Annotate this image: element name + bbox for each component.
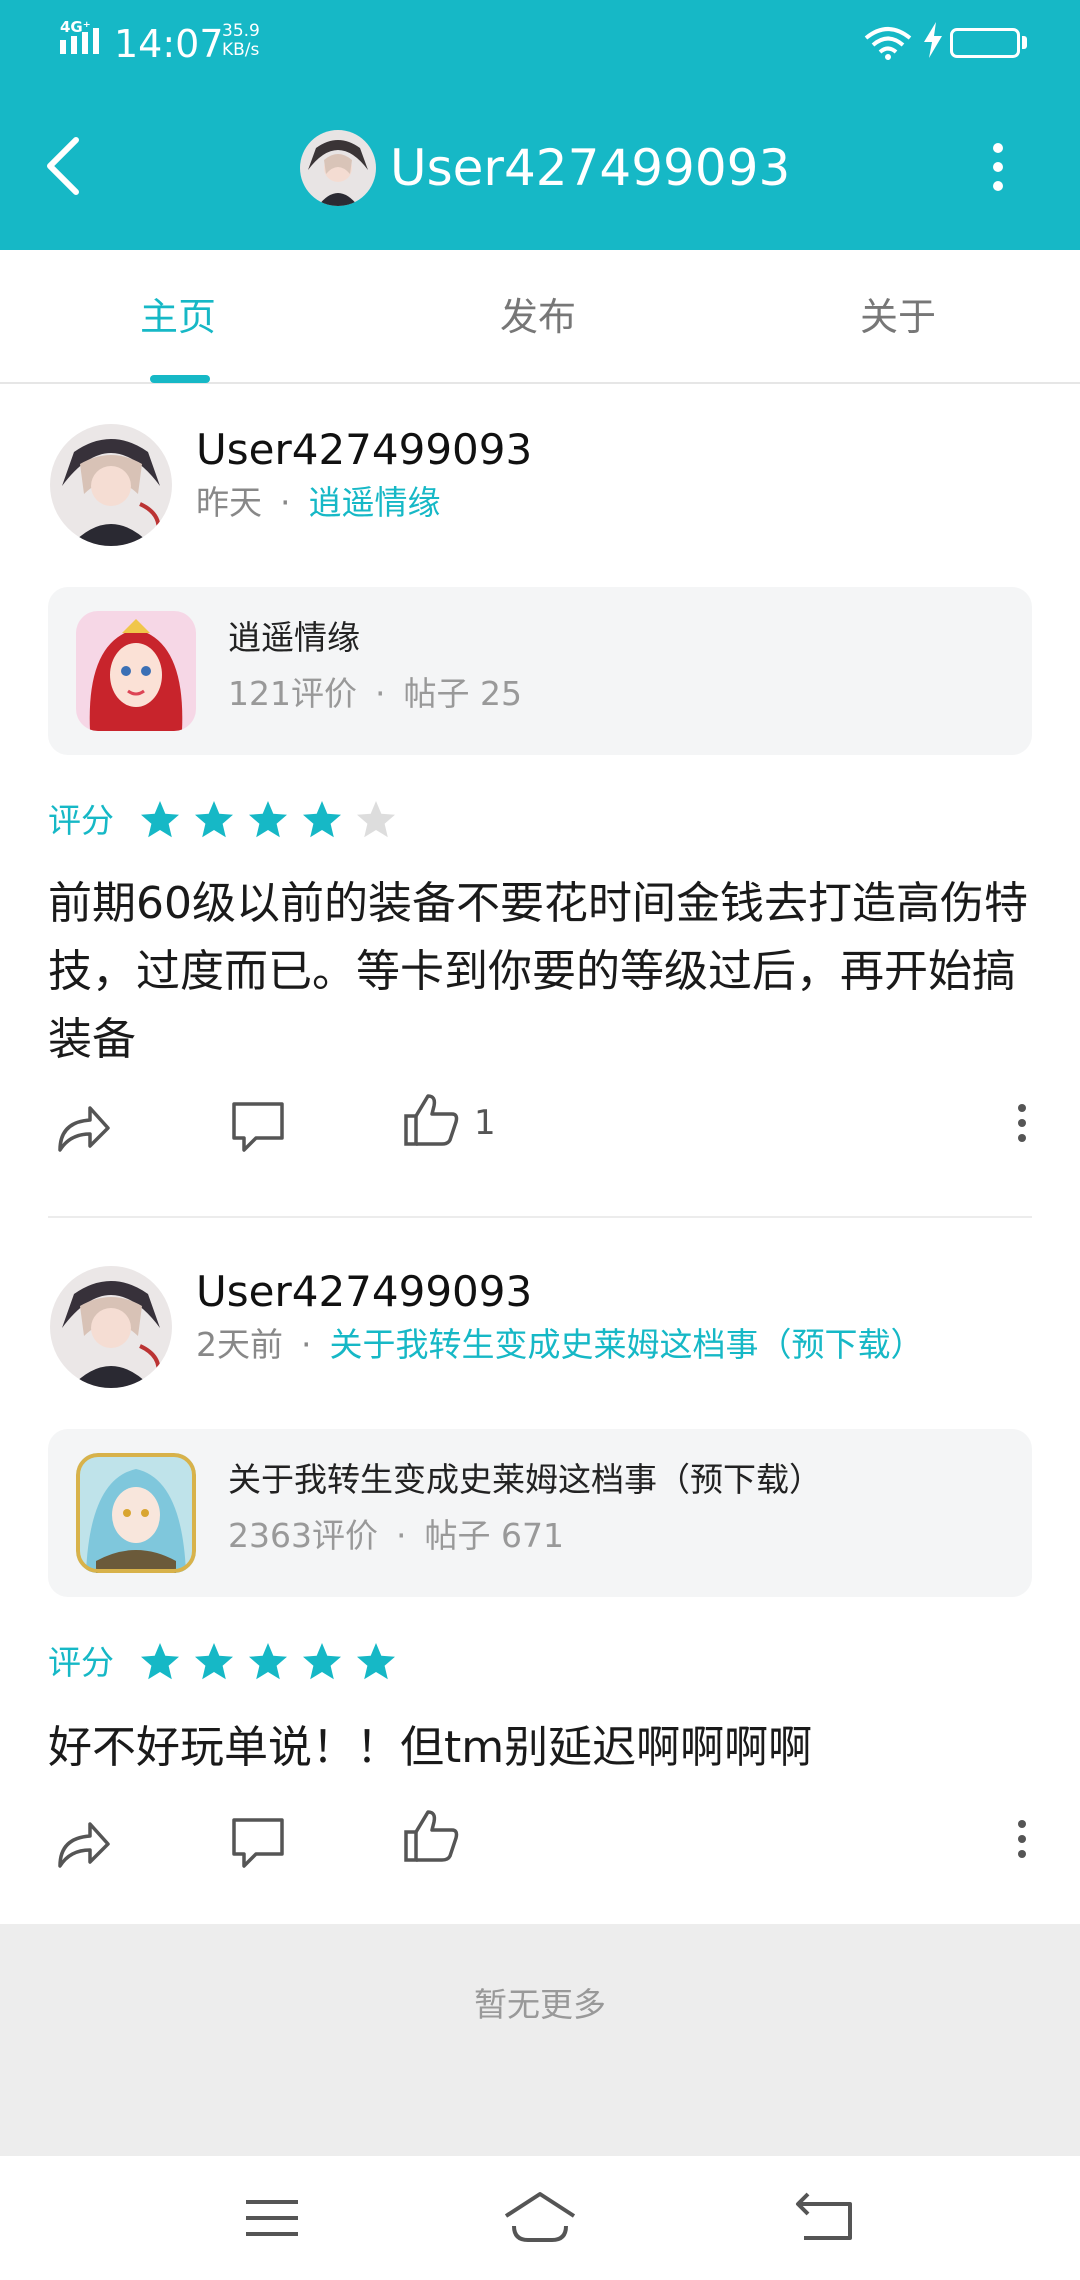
post-username[interactable]: User427499093	[196, 424, 532, 476]
game-icon	[76, 611, 196, 731]
share-icon[interactable]	[52, 1816, 112, 1872]
post-content[interactable]: 好不好玩单说！！但tm别延迟啊啊啊啊	[48, 1714, 1038, 1782]
home-icon[interactable]	[500, 2186, 580, 2250]
network-speed: 35.9 KB/s	[222, 22, 260, 60]
star-filled-icon	[141, 1643, 179, 1680]
game-stats: 121评价 · 帖子 25	[228, 673, 522, 715]
game-name: 关于我转生变成史莱姆这档事（预下载）	[228, 1460, 822, 1499]
battery-tip	[1022, 36, 1027, 49]
star-rating	[140, 798, 410, 842]
post-time: 2天前	[196, 1325, 283, 1364]
page-title: User427499093	[390, 139, 791, 197]
star-empty-icon	[357, 801, 395, 838]
game-posts: 帖子 25	[403, 674, 522, 713]
system-nav-bar	[0, 2156, 1080, 2280]
star-filled-icon	[249, 801, 287, 838]
avatar[interactable]	[50, 1266, 172, 1388]
list-footer: 暂无更多	[0, 1924, 1080, 2156]
post-meta: 2天前 · 关于我转生变成史莱姆这档事（预下载）	[196, 1324, 924, 1366]
game-stats: 2363评价 · 帖子 671	[228, 1515, 564, 1557]
star-filled-icon	[303, 801, 341, 838]
more-dots-icon[interactable]	[1010, 1098, 1034, 1148]
star-filled-icon	[303, 1643, 341, 1680]
tab-bar: 主页 发布 关于	[0, 250, 1080, 384]
tab-indicator	[150, 375, 210, 383]
star-filled-icon	[195, 1643, 233, 1680]
game-name: 逍遥情缘	[228, 618, 360, 657]
back-arrow-icon[interactable]	[40, 134, 90, 198]
charging-icon	[924, 22, 942, 58]
header-avatar[interactable]	[300, 130, 376, 206]
menu-icon[interactable]	[232, 2186, 312, 2250]
star-filled-icon	[195, 801, 233, 838]
star-filled-icon	[141, 801, 179, 838]
game-card[interactable]: 逍遥情缘 121评价 · 帖子 25	[48, 587, 1032, 755]
star-filled-icon	[249, 1643, 287, 1680]
stats-separator: ·	[395, 1516, 407, 1555]
speed-unit: KB/s	[222, 40, 260, 60]
meta-separator: ·	[301, 1325, 312, 1364]
wifi-icon	[864, 27, 912, 60]
more-vertical-icon[interactable]	[984, 140, 1012, 194]
game-icon	[76, 1453, 196, 1573]
like-count: 1	[474, 1103, 496, 1143]
comment-icon[interactable]	[228, 1098, 288, 1154]
rating-label: 评分	[48, 1643, 114, 1682]
tab-published[interactable]: 发布	[500, 294, 576, 340]
no-more-text: 暂无更多	[474, 1985, 606, 2024]
post-time: 昨天	[196, 483, 262, 522]
comment-icon[interactable]	[228, 1814, 288, 1870]
status-time: 14:07	[114, 22, 224, 66]
battery-icon: 57	[950, 28, 1020, 58]
app-header: 4G⁺ 14:07 35.9 KB/s 57 User427499093	[0, 0, 1080, 250]
post-content[interactable]: 前期60级以前的装备不要花时间金钱去打造高伤特技，过度而已。等卡到你要的等级过后…	[48, 870, 1038, 1074]
stats-separator: ·	[375, 674, 386, 713]
game-reviews: 2363评价	[228, 1516, 378, 1555]
game-card[interactable]: 关于我转生变成史莱姆这档事（预下载） 2363评价 · 帖子 671	[48, 1429, 1032, 1597]
like-icon[interactable]	[402, 1092, 462, 1148]
status-bar: 4G⁺ 14:07 35.9 KB/s 57	[0, 0, 1080, 80]
post-username[interactable]: User427499093	[196, 1266, 532, 1318]
star-rating	[140, 1640, 410, 1684]
signal-icon	[60, 28, 99, 54]
back-icon[interactable]	[784, 2186, 864, 2250]
post-divider	[48, 1216, 1032, 1218]
post-game-link[interactable]: 逍遥情缘	[309, 483, 441, 522]
post-meta: 昨天 · 逍遥情缘	[196, 482, 441, 524]
share-icon[interactable]	[52, 1100, 112, 1156]
more-dots-icon[interactable]	[1010, 1814, 1034, 1864]
battery-level: 57	[971, 32, 999, 54]
game-posts: 帖子 671	[424, 1516, 564, 1555]
star-filled-icon	[357, 1643, 395, 1680]
rating-label: 评分	[48, 801, 114, 840]
tab-about[interactable]: 关于	[860, 294, 936, 340]
meta-separator: ·	[280, 483, 291, 522]
like-icon[interactable]	[402, 1808, 462, 1864]
game-reviews: 121评价	[228, 674, 357, 713]
avatar[interactable]	[50, 424, 172, 546]
post-game-link[interactable]: 关于我转生变成史莱姆这档事（预下载）	[330, 1325, 924, 1364]
speed-value: 35.9	[222, 21, 260, 41]
tab-home[interactable]: 主页	[140, 294, 216, 340]
